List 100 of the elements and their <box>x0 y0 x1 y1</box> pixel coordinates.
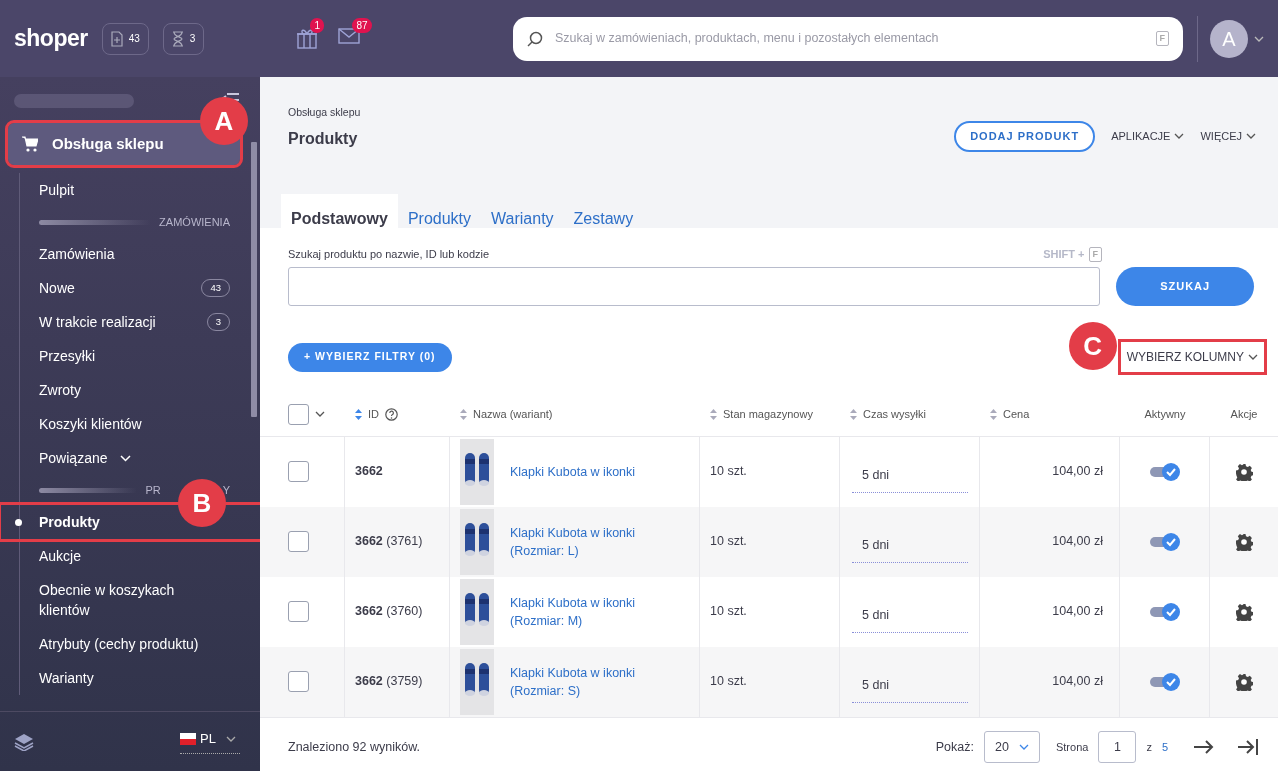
menu-item[interactable]: Koszyki klientów <box>1 407 260 441</box>
chevron-down-icon <box>226 736 236 742</box>
menu-button[interactable]: APLIKACJE <box>1111 128 1185 145</box>
product-link[interactable]: Klapki Kubota w ikonki (Rozmiar: M) <box>510 593 636 630</box>
per-page-select[interactable]: 20 <box>983 731 1040 763</box>
stock-cell: 10 szt. <box>700 506 840 577</box>
menu-item-label: Zwroty <box>39 380 81 400</box>
shipping-time-field[interactable]: 5 dni <box>852 465 968 494</box>
shipping-time-field[interactable]: 5 dni <box>852 535 968 564</box>
column-header[interactable]: Czas wysyłki <box>863 405 926 423</box>
chevron-down-icon <box>1246 133 1256 140</box>
product-link[interactable]: Klapki Kubota w ikonki (Rozmiar: S) <box>510 663 636 700</box>
stock-cell: 10 szt. <box>700 576 840 647</box>
row-checkbox[interactable] <box>288 671 309 692</box>
new-orders-chip[interactable]: 43 <box>101 22 149 55</box>
add-product-button[interactable]: DODAJ PRODUKT <box>954 121 1096 152</box>
chevron-down-icon <box>1018 744 1029 750</box>
menu-item-label: Zamówienia <box>39 244 115 264</box>
search-input[interactable] <box>288 266 1101 306</box>
menu-item[interactable]: W trakcie realizacji 3 <box>1 305 260 339</box>
document-plus-icon <box>110 30 123 47</box>
menu-item[interactable]: Zamówienia <box>1 237 260 271</box>
column-header: Akcje <box>1230 406 1258 422</box>
logo[interactable]: shoper <box>14 21 88 56</box>
tab[interactable]: Produkty <box>397 193 482 244</box>
chevron-down-icon <box>1254 35 1264 42</box>
menu-item[interactable]: Powiązane <box>1 441 260 475</box>
price-cell: 104,00 zł <box>980 506 1120 577</box>
sort-icon[interactable] <box>355 408 362 420</box>
price-cell: 104,00 zł <box>980 436 1120 507</box>
tab[interactable]: Warianty <box>481 193 564 244</box>
per-page-label: Pokaż: <box>935 738 974 756</box>
page-input[interactable]: 1 <box>1098 731 1137 763</box>
arrow-right-icon[interactable] <box>1194 740 1214 754</box>
shipping-time-field[interactable]: 5 dni <box>852 675 968 704</box>
menu-item-label: Nowe <box>39 278 75 298</box>
toggle-on-switch[interactable] <box>1147 601 1182 622</box>
price-cell: 104,00 zł <box>980 646 1120 717</box>
column-header[interactable]: Nazwa (wariant) <box>473 405 553 423</box>
product-link[interactable]: Klapki Kubota w ikonki (Rozmiar: L) <box>510 523 636 560</box>
last-page-icon[interactable] <box>1238 739 1258 755</box>
menu-item-label: Powiązane <box>39 448 108 468</box>
menu-item[interactable]: Nowe 43 <box>1 271 260 305</box>
stock-cell: 10 szt. <box>700 436 840 507</box>
menu-item-label: Obecnie w koszykach klientów <box>39 581 176 620</box>
menu-item-label: Produkty <box>39 512 100 532</box>
notification-badge: 1 <box>310 17 324 33</box>
columns-button[interactable]: WYBIERZ KOLUMNY <box>1126 348 1258 366</box>
product-id: 3662 <box>355 463 383 481</box>
search-label: Szukaj produktu po nazwie, ID lub kodzie <box>288 247 490 262</box>
selected-dot <box>15 518 22 526</box>
shipping-time-field[interactable]: 5 dni <box>852 605 968 634</box>
column-header: Aktywny <box>1144 406 1186 422</box>
menu-item-label: Przesyłki <box>39 346 95 366</box>
sort-icon[interactable] <box>460 408 467 420</box>
toggle-on-switch[interactable] <box>1147 461 1182 482</box>
settings-icon[interactable] <box>1235 672 1253 691</box>
menu-button[interactable]: WIĘCEJ <box>1200 128 1256 145</box>
menu-item[interactable]: Warianty <box>1 661 260 695</box>
menu-item[interactable]: Obecnie w koszykach klientów <box>1 573 260 627</box>
product-id: 3662 (3761) <box>355 533 423 551</box>
column-header[interactable]: Cena <box>1003 405 1030 423</box>
menu-item[interactable]: Atrybuty (cechy produktu) <box>1 627 260 661</box>
column-header[interactable]: ID <box>368 405 379 423</box>
language-selector[interactable]: PL <box>180 729 240 754</box>
menu-item[interactable]: Zwroty <box>1 373 260 407</box>
settings-icon[interactable] <box>1235 462 1253 481</box>
menu-item-label: Aukcje <box>39 546 82 566</box>
tab[interactable]: Zestawy <box>563 193 644 244</box>
section-label: ZAMÓWIENIA <box>159 214 230 230</box>
cart-icon <box>22 136 38 152</box>
select-all-checkbox[interactable] <box>288 403 309 425</box>
shortcut-key: F <box>1155 30 1169 47</box>
filters-button[interactable]: + WYBIERZ FILTRY (0) <box>288 342 452 372</box>
sort-icon[interactable] <box>850 408 857 420</box>
section-label: PR <box>145 482 161 498</box>
menu-item[interactable]: Pulpit <box>1 173 260 207</box>
settings-icon[interactable] <box>1235 602 1253 621</box>
menu-item-label: Atrybuty (cechy produktu) <box>39 634 199 654</box>
hourglass-icon <box>171 30 184 47</box>
row-checkbox[interactable] <box>288 601 309 622</box>
sort-icon[interactable] <box>710 408 717 420</box>
settings-icon[interactable] <box>1235 532 1253 551</box>
product-link[interactable]: Klapki Kubota w ikonki <box>510 462 636 481</box>
layers-icon[interactable] <box>14 732 34 751</box>
column-header[interactable]: Stan magazynowy <box>723 405 813 423</box>
help-icon <box>385 407 398 421</box>
sort-icon[interactable] <box>990 408 997 420</box>
toggle-on-switch[interactable] <box>1147 531 1182 552</box>
row-checkbox[interactable] <box>288 531 309 552</box>
mail-icon[interactable] <box>338 27 361 46</box>
toggle-on-switch[interactable] <box>1147 671 1182 692</box>
row-checkbox[interactable] <box>288 461 309 482</box>
breadcrumb-link[interactable]: Obsługa sklepu <box>288 105 361 121</box>
menu-item[interactable]: Przesyłki <box>1 339 260 373</box>
last-page-link[interactable]: 5 <box>1161 738 1168 756</box>
pending-orders-chip[interactable]: 3 <box>162 22 205 55</box>
search-button[interactable]: SZUKAJ <box>1116 266 1254 306</box>
menu-item[interactable]: Aukcje <box>1 539 260 573</box>
menu-item-label: Pulpit <box>39 180 75 200</box>
